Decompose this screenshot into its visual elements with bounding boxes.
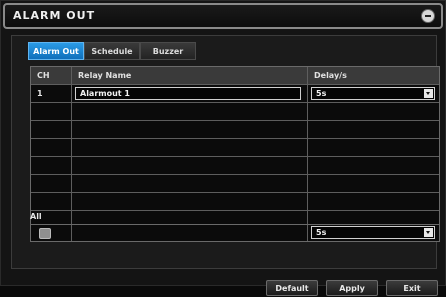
delay-cell: 5s xyxy=(308,85,439,102)
relay-name-input[interactable]: Alarmout 1 xyxy=(75,87,301,100)
table-row-empty xyxy=(31,103,439,121)
table-row: 1 Alarmout 1 5s xyxy=(31,85,439,103)
header-ch: CH xyxy=(31,67,72,84)
exit-button[interactable]: Exit xyxy=(386,280,438,296)
table-row-empty xyxy=(31,121,439,139)
all-name-cell xyxy=(72,225,308,241)
all-checkbox[interactable] xyxy=(39,228,51,239)
table-row-empty xyxy=(31,193,439,211)
delay-value: 5s xyxy=(316,89,327,98)
table-header-row: CH Relay Name Delay/s xyxy=(31,67,439,85)
all-delay-value: 5s xyxy=(316,228,327,237)
all-delay-select[interactable]: 5s xyxy=(311,226,435,239)
relay-name-value: Alarmout 1 xyxy=(80,89,130,98)
table-row-empty xyxy=(31,157,439,175)
apply-button[interactable]: Apply xyxy=(326,280,378,296)
relay-name-cell: Alarmout 1 xyxy=(72,85,308,102)
alarm-out-window: ALARM OUT Alarm Out Schedule Buzzer CH R… xyxy=(0,0,446,296)
default-button[interactable]: Default xyxy=(266,280,318,296)
row-ch: 1 xyxy=(31,85,72,102)
all-check-cell xyxy=(31,225,72,241)
chevron-down-icon[interactable] xyxy=(424,228,433,237)
delay-select[interactable]: 5s xyxy=(311,87,435,100)
title-bar: ALARM OUT xyxy=(3,3,443,29)
close-icon[interactable] xyxy=(421,9,435,23)
relay-table: CH Relay Name Delay/s 1 Alarmout 1 5s xyxy=(30,66,440,230)
tab-alarm-out[interactable]: Alarm Out xyxy=(28,42,84,60)
tab-schedule[interactable]: Schedule xyxy=(84,42,140,60)
all-label: All xyxy=(30,212,42,221)
settings-panel: Alarm Out Schedule Buzzer CH Relay Name … xyxy=(11,35,440,296)
table-row-empty xyxy=(31,139,439,157)
all-delay-cell: 5s xyxy=(308,225,439,241)
header-relay-name: Relay Name xyxy=(72,67,308,84)
table-row-empty xyxy=(31,175,439,193)
chevron-down-icon[interactable] xyxy=(424,89,433,98)
tab-buzzer[interactable]: Buzzer xyxy=(140,42,196,60)
window-title: ALARM OUT xyxy=(13,9,96,22)
header-delay: Delay/s xyxy=(314,71,347,80)
all-settings-row: 5s xyxy=(30,224,440,242)
